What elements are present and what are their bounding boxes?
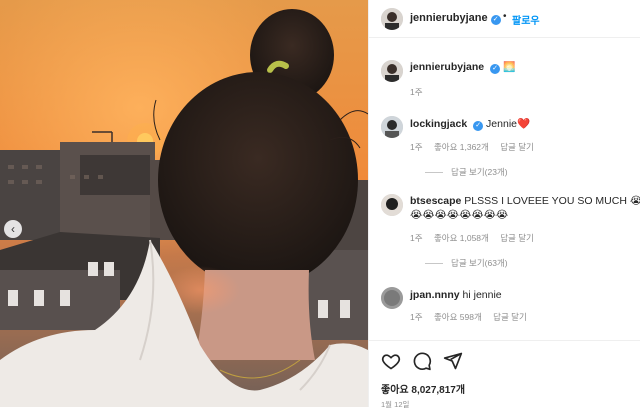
comment-meta: 1주 좋아요 1,058개 답글 달기 [410, 232, 543, 244]
verified-icon: ✓ [490, 64, 501, 74]
heart-icon[interactable] [381, 351, 401, 371]
reply-button[interactable]: 답글 달기 [493, 312, 527, 322]
comment-body: Jennie❤️ [486, 118, 531, 130]
comment-username[interactable]: btsescape [410, 195, 461, 207]
reply-button[interactable]: 답글 달기 [500, 142, 534, 152]
follow-button[interactable]: 팔로우 [512, 12, 540, 27]
comment-avatar[interactable] [381, 287, 403, 309]
carousel-prev-button[interactable]: ‹ [4, 220, 22, 238]
comment-likes[interactable]: 좋아요 1,362개 [434, 142, 489, 152]
comment-icon[interactable] [412, 351, 432, 371]
caption-avatar[interactable] [381, 60, 403, 82]
caption-username[interactable]: jennierubyjane [410, 61, 484, 73]
post-header: jennierubyjane ✓ • 팔로우 [369, 0, 640, 38]
author-username[interactable]: jennierubyjane [410, 12, 488, 24]
post-like-count[interactable]: 좋아요 8,027,817개 [381, 381, 465, 396]
caption-meta: 1주 [410, 86, 432, 98]
comment-text-line2: 😭😭😭😭😭😭😭😭 [410, 209, 509, 221]
comment-avatar[interactable] [381, 116, 403, 138]
comment-likes[interactable]: 좋아요 1,058개 [434, 233, 489, 243]
comment-text: jpan.nnny hi jennie [410, 289, 502, 301]
author-avatar[interactable] [381, 8, 403, 30]
caption-time: 1주 [410, 87, 423, 97]
comment-meta: 1주 좋아요 598개 답글 달기 [410, 311, 536, 323]
verified-icon: ✓ [490, 15, 501, 25]
chevron-left-icon: ‹ [11, 222, 15, 236]
post-panel: jennierubyjane ✓ • 팔로우 jennierubyjane ✓ 🌅… [368, 0, 640, 409]
comment-username[interactable]: jpan.nnny [410, 289, 460, 301]
separator-dot: • [503, 11, 507, 22]
caption-text: jennierubyjane ✓ 🌅 [410, 61, 515, 74]
comment-body: hi jennie [462, 289, 502, 301]
share-icon[interactable] [443, 351, 463, 371]
reply-button[interactable]: 답글 달기 [500, 233, 534, 243]
comment-likes[interactable]: 좋아요 598개 [434, 312, 482, 322]
divider-line [425, 171, 443, 173]
caption-emoji: 🌅 [502, 62, 516, 73]
comment-body: PLSSS I LOVEEE YOU SO MUCH 😭 [464, 195, 640, 207]
post-actions: 좋아요 8,027,817개 1월 12일 [369, 340, 640, 409]
view-replies-label: 답글 보기(63개) [451, 258, 508, 268]
comment-text: btsescape PLSSS I LOVEEE YOU SO MUCH 😭 [410, 195, 640, 207]
comment-meta: 1주 좋아요 1,362개 답글 달기 [410, 141, 543, 153]
view-replies-label: 답글 보기(23개) [451, 167, 508, 177]
comment-time: 1주 [410, 142, 423, 152]
comment-text: lockingjack ✓ Jennie❤️ [410, 117, 530, 131]
comment-time: 1주 [410, 312, 423, 322]
view-replies-button[interactable]: 답글 보기(63개) [425, 257, 508, 269]
divider-line [425, 262, 443, 264]
view-replies-button[interactable]: 답글 보기(23개) [425, 166, 508, 178]
post-date: 1월 12일 [381, 400, 410, 409]
verified-icon: ✓ [473, 121, 484, 131]
post-photo[interactable]: ‹ [0, 0, 368, 407]
comment-time: 1주 [410, 233, 423, 243]
sunset-photo-illustration [0, 0, 368, 407]
comment-avatar[interactable] [381, 194, 403, 216]
comment-username[interactable]: lockingjack [410, 118, 467, 130]
